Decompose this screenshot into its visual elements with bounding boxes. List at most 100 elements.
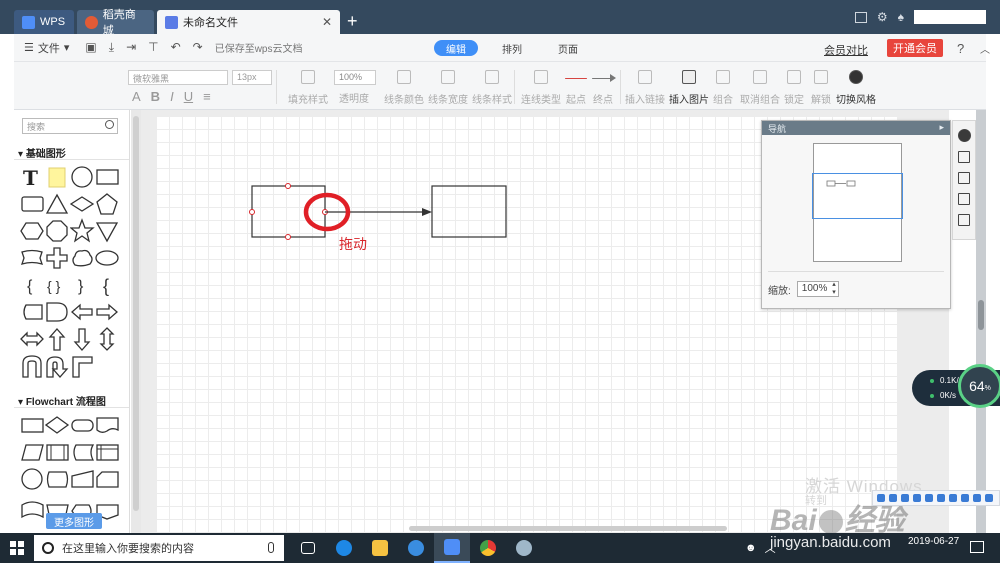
connection-point[interactable] xyxy=(285,234,291,240)
file-explorer-icon[interactable] xyxy=(362,533,398,563)
notification-icon[interactable] xyxy=(970,541,984,553)
section-basic-shapes[interactable]: ▾ 基础图形 xyxy=(14,142,129,160)
italic-icon[interactable]: I xyxy=(170,89,174,104)
save-icon[interactable]: ▣ xyxy=(85,40,96,55)
ime-icon[interactable] xyxy=(925,494,933,502)
rectangle-shape[interactable] xyxy=(95,164,120,191)
align-icon[interactable]: ≡ xyxy=(203,89,211,104)
vertical-scrollbar[interactable] xyxy=(976,110,986,533)
font-size-select[interactable]: 13px xyxy=(232,70,272,85)
insert-link-button[interactable]: 插入链接 xyxy=(625,68,665,106)
line-style-button[interactable]: 线条样式 xyxy=(472,68,512,106)
section-flowchart[interactable]: ▾ Flowchart 流程图 xyxy=(14,390,129,408)
storage-shape[interactable] xyxy=(20,299,45,326)
more-shapes-button[interactable]: 更多图形 xyxy=(46,513,102,529)
wps-taskbar-icon[interactable] xyxy=(434,533,470,563)
task-view-icon[interactable] xyxy=(290,533,326,563)
octagon-shape[interactable] xyxy=(45,218,70,245)
help-icon[interactable]: ? xyxy=(957,41,964,56)
zoom-input[interactable]: 100% ▴ ▾ xyxy=(796,281,839,297)
scrollbar-thumb[interactable] xyxy=(133,116,139,511)
member-compare-link[interactable]: 会员对比 xyxy=(824,42,868,58)
ime-icon[interactable] xyxy=(949,494,957,502)
line-color-button[interactable]: 线条颜色 xyxy=(384,68,424,106)
end-point-button[interactable]: 终点 xyxy=(592,68,616,106)
download-icon[interactable]: ⤓ xyxy=(109,40,114,55)
edge-icon[interactable] xyxy=(326,533,362,563)
decision-shape[interactable] xyxy=(45,412,70,439)
rounded-rect-shape[interactable] xyxy=(20,191,45,218)
font-family-select[interactable]: 微软雅黑 xyxy=(128,70,228,85)
text-shape[interactable]: T xyxy=(20,164,45,191)
layers-icon[interactable] xyxy=(958,193,970,205)
line-width-button[interactable]: 线条宽度 xyxy=(428,68,468,106)
inverted-triangle-shape[interactable] xyxy=(95,218,120,245)
horizontal-scrollbar[interactable] xyxy=(409,526,727,531)
brace-tall-shape[interactable]: { xyxy=(95,272,120,299)
internal-storage-shape[interactable] xyxy=(95,439,120,466)
delay-shape[interactable] xyxy=(45,299,70,326)
hexagon-shape[interactable] xyxy=(20,218,45,245)
circle-shape[interactable] xyxy=(70,164,95,191)
windows-start-icon[interactable] xyxy=(10,541,24,555)
terminator-shape[interactable] xyxy=(70,412,95,439)
search-icon[interactable] xyxy=(105,120,114,129)
open-vip-button[interactable]: 开通会员 xyxy=(887,39,943,57)
star-shape[interactable] xyxy=(70,218,95,245)
ime-toolbar[interactable] xyxy=(872,490,1000,506)
tab-arrange[interactable]: 排列 xyxy=(490,40,534,56)
pentagon-shape[interactable] xyxy=(95,191,120,218)
navigator-viewport[interactable] xyxy=(812,173,903,219)
collapse-icon[interactable]: ︿ xyxy=(980,41,990,56)
note-shape[interactable] xyxy=(45,164,70,191)
document-shape[interactable] xyxy=(95,412,120,439)
brace-pair-shape[interactable]: { } xyxy=(45,272,70,299)
collapse-arrow-icon[interactable]: ▸ xyxy=(939,122,944,134)
tab-untitled-file[interactable]: 未命名文件 ✕ xyxy=(157,10,340,34)
brace-right-shape[interactable]: } xyxy=(70,272,95,299)
ime-icon[interactable] xyxy=(985,494,993,502)
cross-shape[interactable] xyxy=(45,245,70,272)
ime-icon[interactable] xyxy=(913,494,921,502)
arrow-up-down-shape[interactable] xyxy=(95,326,120,353)
tab-page[interactable]: 页面 xyxy=(546,40,590,56)
close-tab-icon[interactable]: ✕ xyxy=(322,15,332,29)
ime-icon[interactable] xyxy=(961,494,969,502)
arrow-right-shape[interactable] xyxy=(95,299,120,326)
switch-style-button[interactable]: 切换风格 xyxy=(836,68,876,106)
undo-icon[interactable]: ↶ xyxy=(171,40,181,55)
connection-point[interactable] xyxy=(285,183,291,189)
tab-edit[interactable]: 编辑 xyxy=(434,40,478,56)
shape-panel-scrollbar[interactable] xyxy=(131,110,141,533)
brace-left-shape[interactable]: { xyxy=(20,272,45,299)
data-shape[interactable] xyxy=(20,439,45,466)
cloud-shape[interactable] xyxy=(70,245,95,272)
ime-icon[interactable] xyxy=(901,494,909,502)
format-painter-icon[interactable]: ⊤ xyxy=(148,40,158,55)
connection-point[interactable] xyxy=(249,209,255,215)
unlock-button[interactable]: 解锁 xyxy=(811,68,831,106)
network-speed-widget[interactable]: 0.1K/s 0K/s 64% xyxy=(912,364,1000,408)
page-icon[interactable] xyxy=(958,214,970,226)
export-icon[interactable]: ⇥ xyxy=(126,40,136,55)
start-point-button[interactable]: 起点 xyxy=(565,68,587,106)
skin-icon[interactable]: ⚙ xyxy=(877,10,888,24)
arrow-down-shape[interactable] xyxy=(70,326,95,353)
target-rectangle[interactable] xyxy=(431,185,507,238)
lock-button[interactable]: 锁定 xyxy=(784,68,804,106)
sogou-icon[interactable] xyxy=(398,533,434,563)
u-turn-shape[interactable] xyxy=(20,353,45,380)
shape-search-input[interactable]: 搜索 xyxy=(22,118,118,134)
tape-shape[interactable] xyxy=(20,493,45,520)
arrow-up-shape[interactable] xyxy=(45,326,70,353)
font-color-icon[interactable]: A xyxy=(132,89,141,104)
ime-icon[interactable] xyxy=(937,494,945,502)
ellipse-shape[interactable] xyxy=(95,245,120,272)
ime-icon[interactable] xyxy=(973,494,981,502)
connector-circle-shape[interactable] xyxy=(20,466,45,493)
shirt-icon[interactable]: ♠ xyxy=(898,10,904,24)
people-icon[interactable]: ☻ xyxy=(745,542,757,554)
window-count-icon[interactable] xyxy=(854,11,867,23)
tab-wps[interactable]: WPS xyxy=(14,10,74,34)
process-shape[interactable] xyxy=(20,412,45,439)
